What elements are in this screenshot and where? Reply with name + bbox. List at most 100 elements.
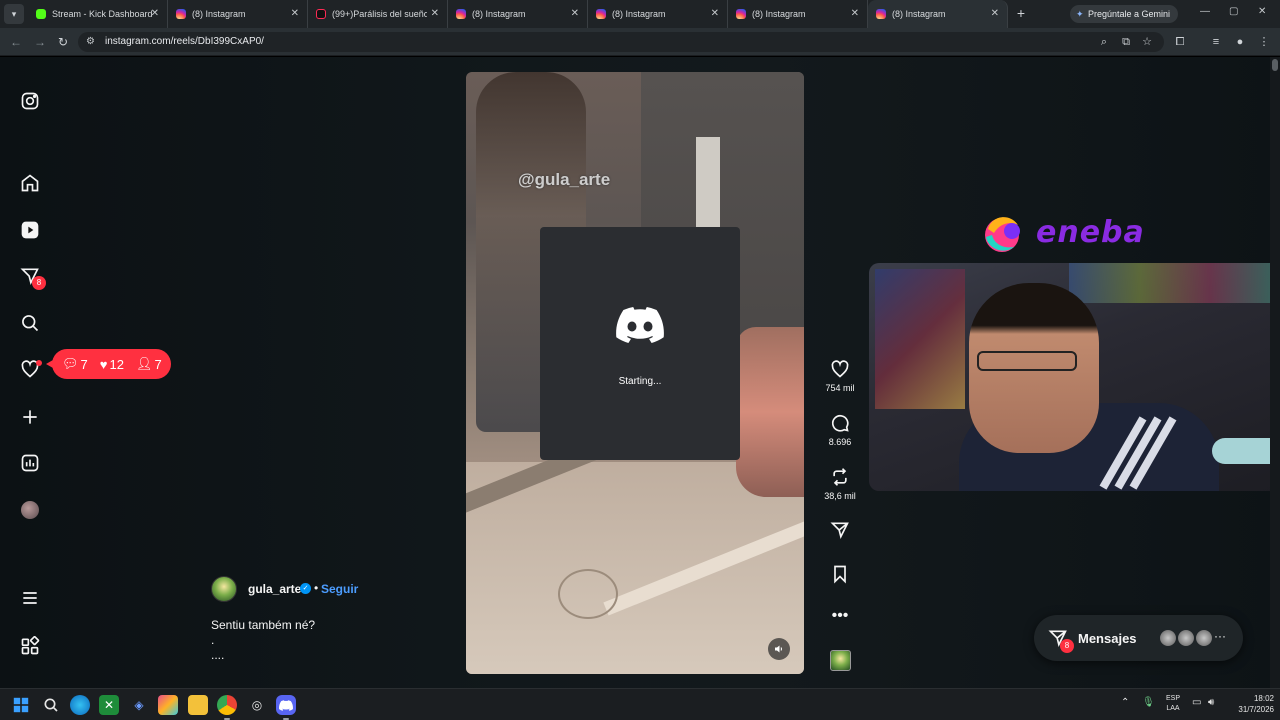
extensions-icon[interactable]: ⧠ (1172, 34, 1188, 50)
url-text: instagram.com/reels/DbI399CxAP0/ (105, 36, 264, 47)
zoom-icon[interactable]: ⌕ (1096, 34, 1112, 50)
back-icon[interactable]: ← (8, 34, 24, 50)
author-username[interactable]: gula_arte (248, 582, 301, 596)
gemini-button[interactable]: Pregúntale a Gemini (1070, 5, 1179, 23)
tab-title: (8) Instagram (192, 9, 246, 19)
comments-activity: 💬︎ 7 (62, 356, 88, 372)
save-button[interactable] (818, 564, 862, 584)
discord-loading-window: Starting... (540, 227, 740, 460)
activity-popup[interactable]: 💬︎ 7 ♥ 12 👤︎ 7 (46, 349, 171, 379)
tab-instagram[interactable]: (8) Instagram ✕ (448, 0, 588, 28)
speaker-icon (775, 645, 782, 653)
forward-icon[interactable]: → (32, 34, 48, 50)
heart-icon (831, 360, 849, 378)
minimize-icon[interactable]: — (1200, 6, 1210, 17)
dashboard-icon[interactable] (18, 451, 42, 475)
more-options-icon[interactable]: ••• (818, 607, 862, 625)
tray-overflow-icon[interactable]: ⌃ (1121, 697, 1129, 708)
store-app-icon[interactable] (158, 695, 178, 715)
tab-title: Stream - Kick Dashboard (52, 9, 153, 19)
instagram-favicon-icon (876, 9, 886, 19)
close-icon[interactable]: ✕ (571, 8, 579, 19)
tab-instagram[interactable]: (8) Instagram ✕ (168, 0, 308, 28)
repost-count: 38,6 mil (824, 491, 856, 501)
volume-icon[interactable]: 🔊︎ (1208, 697, 1214, 708)
menu-kebab-icon[interactable]: ⋮ (1256, 34, 1272, 50)
separator-dot: • (314, 581, 319, 595)
windows-taskbar: ✕ ◈ ◎ ⌃ 🎙︎ ESP LAA ▭ 🔊︎ 18:02 31/7/2026 (0, 688, 1280, 720)
tab-tiktok[interactable]: (99+)Parálisis del sueño e ✕ (308, 0, 448, 28)
address-bar[interactable]: ⚙ instagram.com/reels/DbI399CxAP0/ (78, 32, 1164, 52)
share-button[interactable] (818, 520, 862, 540)
bookmark-icon (834, 565, 846, 584)
windows-start-icon[interactable] (11, 695, 31, 715)
maximize-icon[interactable]: ▢ (1229, 6, 1238, 17)
bookmark-star-icon[interactable]: ☆ (1139, 34, 1155, 50)
video-watermark: @gula_arte (518, 170, 611, 189)
file-explorer-icon[interactable] (188, 695, 208, 715)
reload-icon[interactable]: ↻ (55, 34, 71, 50)
instagram-favicon-icon (596, 9, 606, 19)
tab-instagram[interactable]: (8) Instagram ✕ (588, 0, 728, 28)
site-info-icon[interactable]: ⚙ (86, 36, 95, 47)
instagram-logo-icon[interactable] (18, 89, 42, 113)
eneba-logo-icon (985, 217, 1020, 252)
repost-button[interactable]: 38,6 mil (818, 467, 862, 501)
create-plus-icon[interactable] (18, 405, 42, 429)
close-icon[interactable]: ✕ (991, 8, 999, 19)
browser-tab-strip: ▾ Stream - Kick Dashboard ✕ (8) Instagra… (0, 0, 1280, 28)
tab-search-button[interactable]: ▾ (4, 4, 24, 24)
edge-browser-icon[interactable] (70, 695, 90, 715)
app-icon[interactable]: ◎ (247, 695, 267, 715)
window-close-icon[interactable]: ✕ (1258, 6, 1266, 17)
close-icon[interactable]: ✕ (291, 8, 299, 19)
close-icon[interactable]: ✕ (851, 8, 859, 19)
system-clock[interactable]: 18:02 31/7/2026 (1226, 693, 1274, 715)
close-icon[interactable]: ✕ (711, 8, 719, 19)
xbox-icon[interactable]: ✕ (99, 695, 119, 715)
home-icon[interactable] (18, 171, 42, 195)
microphone-icon[interactable]: 🎙︎ (1142, 697, 1155, 708)
author-avatar[interactable] (211, 576, 237, 602)
search-icon[interactable] (18, 311, 42, 335)
discord-taskbar-icon[interactable] (276, 695, 296, 720)
instagram-favicon-icon (736, 9, 746, 19)
messages-dock-button[interactable]: 8 Mensajes ··· (1034, 615, 1243, 661)
comment-button[interactable]: 8.696 (818, 413, 862, 447)
reel-caption: Sentiu também né? . .... (211, 618, 316, 662)
follow-button[interactable]: Seguir (321, 582, 358, 596)
close-icon[interactable]: ✕ (151, 8, 159, 19)
like-button[interactable]: 754 mil (818, 359, 862, 393)
apps-grid-icon[interactable] (18, 634, 42, 658)
app-launcher-icon[interactable]: ◈ (129, 695, 149, 715)
profile-icon[interactable]: ● (1232, 34, 1248, 50)
tab-instagram[interactable]: (8) Instagram ✕ (728, 0, 868, 28)
chrome-icon[interactable] (217, 695, 237, 720)
tab-instagram-active[interactable]: (8) Instagram ✕ (868, 0, 1008, 28)
tiktok-favicon-icon (316, 9, 326, 19)
close-icon[interactable]: ✕ (431, 8, 439, 19)
volume-toggle-button[interactable] (768, 638, 790, 660)
tab-kick-dashboard[interactable]: Stream - Kick Dashboard ✕ (28, 0, 168, 28)
install-app-icon[interactable]: ⧉ (1118, 34, 1134, 50)
taskbar-search-icon[interactable] (41, 695, 61, 715)
reels-icon[interactable] (18, 218, 42, 242)
contact-avatar (1158, 628, 1178, 648)
tab-manager-icon[interactable]: ≡ (1208, 34, 1224, 50)
comment-count: 8.696 (828, 437, 852, 447)
more-menu-icon[interactable] (18, 586, 42, 610)
language-indicator[interactable]: ESP LAA (1161, 694, 1185, 714)
page-scrollbar[interactable] (1270, 57, 1280, 688)
profile-avatar[interactable] (21, 501, 39, 519)
audio-avatar[interactable] (830, 650, 851, 671)
video-person (736, 327, 804, 497)
new-tab-button[interactable]: + (1013, 5, 1029, 21)
kick-favicon-icon (36, 9, 46, 19)
tab-title: (99+)Parálisis del sueño e (332, 9, 427, 19)
messages-badge: 8 (1060, 639, 1074, 653)
more-contacts-icon: ··· (1214, 629, 1226, 643)
network-icon[interactable]: ▭ (1192, 697, 1201, 708)
instagram-reels-page: 8 💬︎ 7 ♥ 12 👤︎ 7 @gula_arte Starting... … (0, 57, 1280, 688)
sponsor-name: eneba (1036, 214, 1145, 250)
sponsor-logo: eneba (980, 207, 1145, 257)
